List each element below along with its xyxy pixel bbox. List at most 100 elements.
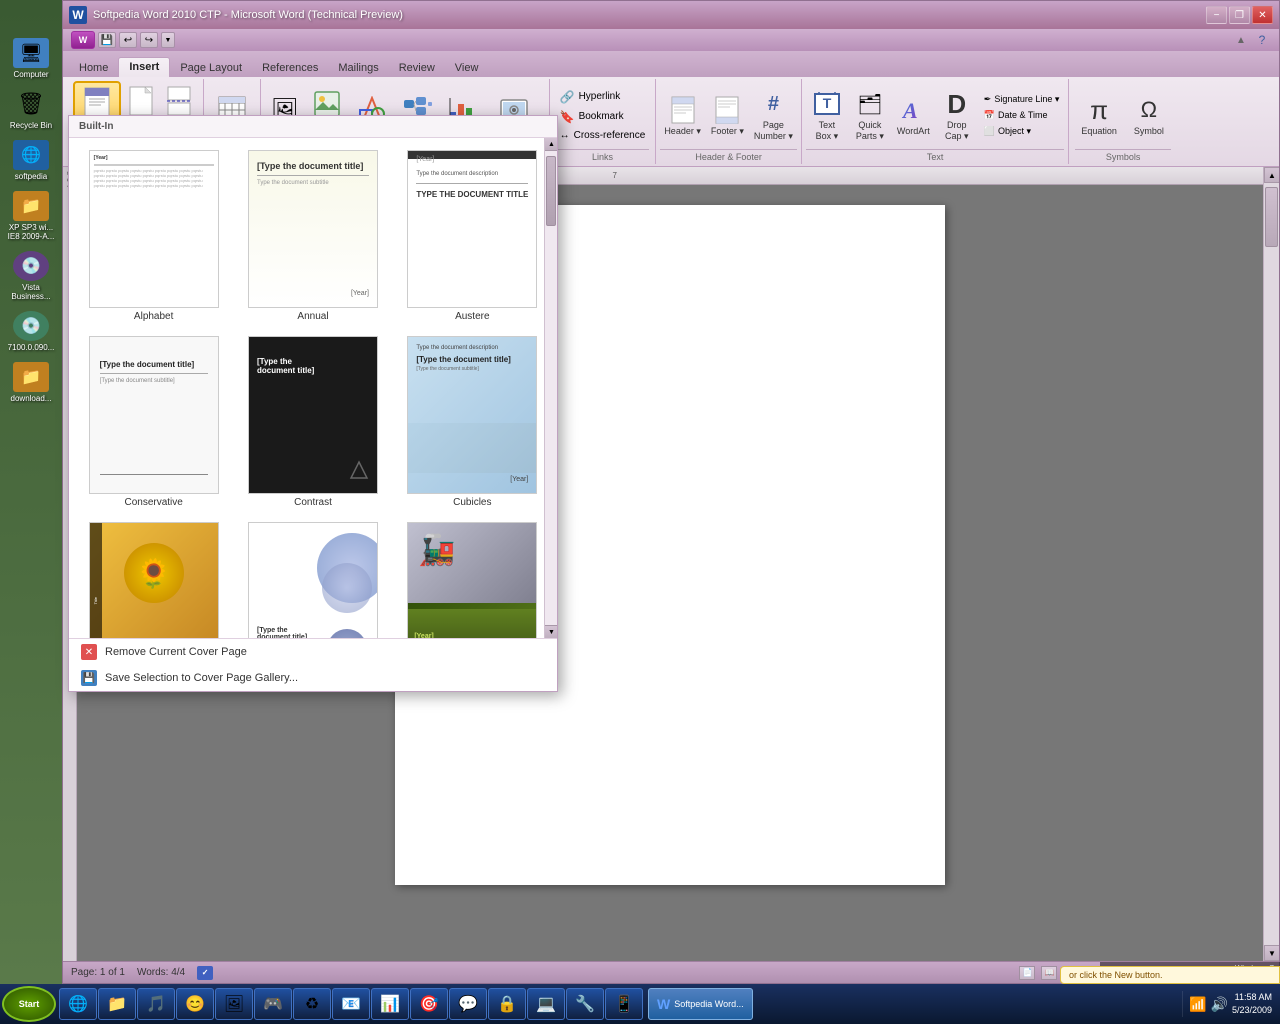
tray-sound-icon[interactable]: 🔊	[1211, 996, 1228, 1013]
scroll-up-btn[interactable]: ▲	[1264, 167, 1279, 183]
gallery-label-alphabet: Alphabet	[134, 311, 173, 322]
gallery-item-annual[interactable]: [Type the document title] Type the docum…	[234, 144, 391, 328]
ribbon-collapse-btn[interactable]: ▲	[1232, 32, 1250, 48]
close-btn[interactable]: ✕	[1252, 6, 1273, 24]
taskbar-ie-btn[interactable]: 🌐	[59, 988, 97, 1020]
links-group-label: Links	[556, 149, 650, 162]
date-time-btn[interactable]: 📅Date & Time	[981, 108, 1063, 123]
start-button[interactable]: Start	[2, 986, 56, 1022]
cover-page-gallery: Built-In [Year] pqrstu pqrstu pqrstu pqr…	[68, 115, 558, 692]
minimize-btn[interactable]: −	[1206, 6, 1227, 24]
view-normal-btn[interactable]: 📄	[1019, 966, 1035, 980]
save-qa-btn[interactable]: 💾	[98, 32, 116, 48]
gallery-grid: [Year] pqrstu pqrstu pqrstu pqrstu pqrst…	[69, 138, 557, 638]
gallery-scrollbar[interactable]: ▲ ▼	[544, 138, 557, 638]
cross-reference-btn[interactable]: ↔ Cross-reference	[556, 128, 650, 143]
redo-btn[interactable]: ↪	[140, 32, 158, 48]
drop-cap-btn[interactable]: D DropCap ▾	[936, 84, 978, 146]
desktop-icon-7100[interactable]: 💿 7100.0.090...	[8, 311, 55, 352]
ribbon-tabs-bar: Home Insert Page Layout References Maili…	[63, 51, 1279, 77]
symbols-group: π Equation Ω Symbol Symbols	[1069, 79, 1177, 164]
taskbar-explorer-btn[interactable]: 📁	[98, 988, 136, 1020]
tab-page-layout[interactable]: Page Layout	[170, 59, 252, 77]
gallery-label-cubicles: Cubicles	[453, 497, 491, 508]
tab-review[interactable]: Review	[389, 59, 445, 77]
tab-insert[interactable]: Insert	[118, 57, 170, 78]
remove-cover-page-btn[interactable]: ✕ Remove Current Cover Page	[69, 639, 557, 665]
quick-access-toolbar: W 💾 ↩ ↪ ▼ ▲ ?	[63, 29, 1279, 51]
links-group: 🔗 Hyperlink 🔖 Bookmark ↔ Cross-reference…	[550, 79, 657, 164]
textbox-btn[interactable]: T TextBox ▾	[806, 84, 848, 146]
help-btn[interactable]: ?	[1253, 32, 1271, 48]
remove-icon: ✕	[81, 644, 97, 660]
tab-mailings[interactable]: Mailings	[328, 59, 388, 77]
desktop-icon-xp[interactable]: 📁 XP SP3 wi... IE8 2009-A...	[4, 191, 58, 241]
desktop-icon-computer[interactable]: 🖥 Computer	[13, 38, 49, 79]
taskbar-word-btn[interactable]: W Softpedia Word...	[648, 988, 753, 1020]
gallery-item-contrast[interactable]: [Type thedocument title] Contrast	[234, 330, 391, 514]
view-reading-btn[interactable]: 📖	[1041, 966, 1057, 980]
undo-btn[interactable]: ↩	[119, 32, 137, 48]
quick-parts-btn[interactable]: 🗂 QuickParts ▾	[849, 84, 891, 146]
tab-view[interactable]: View	[445, 59, 489, 77]
taskbar-target-btn[interactable]: 🎯	[410, 988, 448, 1020]
desktop-icon-recycle[interactable]: 🗑 Recycle Bin	[10, 89, 52, 130]
qa-dropdown-btn[interactable]: ▼	[161, 32, 175, 48]
symbol-btn[interactable]: Ω Symbol	[1127, 90, 1171, 140]
tab-home[interactable]: Home	[69, 59, 118, 77]
equation-btn[interactable]: π Equation	[1075, 90, 1123, 140]
taskbar-chart-btn[interactable]: 📊	[371, 988, 409, 1020]
desktop-icon-vista[interactable]: 💿 Vista Business...	[4, 251, 58, 301]
title-text: Softpedia Word 2010 CTP - Microsoft Word…	[93, 9, 1200, 21]
scroll-thumb[interactable]	[1265, 187, 1278, 247]
tab-references[interactable]: References	[252, 59, 328, 77]
taskbar-lock-btn[interactable]: 🔒	[488, 988, 526, 1020]
gallery-item-cubicles[interactable]: Type the document description [Type the …	[394, 330, 551, 514]
gallery-header: Built-In	[69, 116, 557, 138]
gallery-footer: ✕ Remove Current Cover Page 💾 Save Selec…	[69, 638, 557, 691]
hyperlink-btn[interactable]: 🔗 Hyperlink	[556, 88, 650, 106]
gallery-scroll-thumb[interactable]	[546, 156, 556, 226]
gallery-item-exposure[interactable]: 🌻 Title Exposure	[75, 516, 232, 638]
gallery-label-annual: Annual	[297, 311, 328, 322]
taskbar-media-btn[interactable]: 🎵	[137, 988, 175, 1020]
tray-network-icon[interactable]: 📶	[1189, 996, 1206, 1013]
gallery-item-alphabet[interactable]: [Year] pqrstu pqrstu pqrstu pqrstu pqrst…	[75, 144, 232, 328]
object-btn[interactable]: ⬜Object ▾	[981, 124, 1063, 139]
spelling-icon[interactable]: ✓	[197, 966, 213, 980]
taskbar-chat-btn[interactable]: 💬	[449, 988, 487, 1020]
word-logo: W	[69, 6, 87, 24]
taskbar-photo-btn[interactable]: 🖼	[215, 988, 253, 1020]
desktop-icon-download[interactable]: 📁 download...	[11, 362, 52, 403]
header-footer-group-label: Header & Footer	[660, 149, 797, 162]
text-group: T TextBox ▾ 🗂 QuickParts ▾ A	[802, 79, 1069, 164]
v-scrollbar[interactable]: ▲ ▼	[1263, 167, 1279, 961]
gallery-item-mod[interactable]: [Type the document title] [subtitle] Mod	[234, 516, 391, 638]
footer-btn[interactable]: Footer ▾	[707, 90, 748, 141]
wordart-btn[interactable]: A WordArt	[892, 90, 935, 140]
word-count: Words: 4/4	[137, 967, 185, 978]
taskbar-recycle-btn[interactable]: ♻	[293, 988, 331, 1020]
office-btn[interactable]: W	[71, 31, 95, 49]
restore-btn[interactable]: ❐	[1229, 6, 1250, 24]
taskbar-smiley-btn[interactable]: 😊	[176, 988, 214, 1020]
page-info: Page: 1 of 1	[71, 967, 125, 978]
title-controls: − ❐ ✕	[1206, 6, 1273, 24]
taskbar-game-btn[interactable]: 🎮	[254, 988, 292, 1020]
gallery-item-conservative[interactable]: [Type the document title] [Type the docu…	[75, 330, 232, 514]
tray-time: 11:58 AM 5/23/2009	[1232, 991, 1272, 1016]
save-to-gallery-btn[interactable]: 💾 Save Selection to Cover Page Gallery..…	[69, 665, 557, 691]
bookmark-btn[interactable]: 🔖 Bookmark	[556, 108, 650, 126]
gallery-item-austere[interactable]: Type the document description TYPE THE D…	[394, 144, 551, 328]
gallery-item-motion[interactable]: 🚂 [Year] [Type the document title] [subt…	[394, 516, 551, 638]
taskbar-laptop-btn[interactable]: 💻	[527, 988, 565, 1020]
taskbar-mail-btn[interactable]: 📧	[332, 988, 370, 1020]
page-number-btn[interactable]: # PageNumber ▾	[750, 84, 797, 146]
taskbar-phone-btn[interactable]: 📱	[605, 988, 643, 1020]
header-btn[interactable]: Header ▾	[660, 90, 705, 141]
scroll-down-btn[interactable]: ▼	[1264, 945, 1279, 961]
signature-line-btn[interactable]: ✒Signature Line ▾	[981, 92, 1063, 107]
desktop-icon-softpedia[interactable]: 🌐 softpedia	[13, 140, 49, 181]
notification-area: or click the New button.	[1060, 966, 1280, 984]
taskbar-settings-btn[interactable]: 🔧	[566, 988, 604, 1020]
